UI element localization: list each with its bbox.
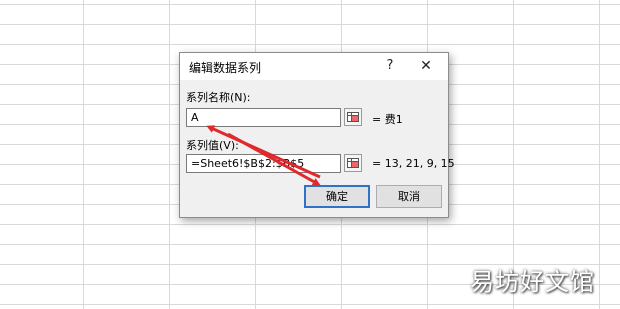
ok-button[interactable]: 确定 <box>304 185 370 208</box>
watermark-text: 易坊好文馆 <box>470 268 595 296</box>
dialog-titlebar: 编辑数据系列 ? ✕ <box>180 53 448 80</box>
help-button[interactable]: ? <box>382 57 398 75</box>
series-values-preview: = 13, 21, 9, 15 <box>372 157 455 170</box>
range-select-icon <box>347 112 359 122</box>
series-name-preview: = 费1 <box>372 113 403 126</box>
series-name-label: 系列名称(N): <box>186 91 251 104</box>
cancel-button[interactable]: 取消 <box>376 185 442 208</box>
range-select-icon <box>347 158 359 168</box>
series-values-label: 系列值(V): <box>186 139 239 152</box>
series-name-collapse-button[interactable] <box>344 108 362 126</box>
series-name-input[interactable]: A <box>186 108 341 127</box>
edit-series-dialog: 编辑数据系列 ? ✕ 系列名称(N): A = 费1 系列值(V): =Shee… <box>179 52 455 218</box>
dialog-title: 编辑数据系列 <box>189 61 262 75</box>
close-button[interactable]: ✕ <box>416 57 436 75</box>
series-values-input[interactable]: =Sheet6!$B$2:$B$5 <box>186 154 341 173</box>
series-values-collapse-button[interactable] <box>344 154 362 172</box>
